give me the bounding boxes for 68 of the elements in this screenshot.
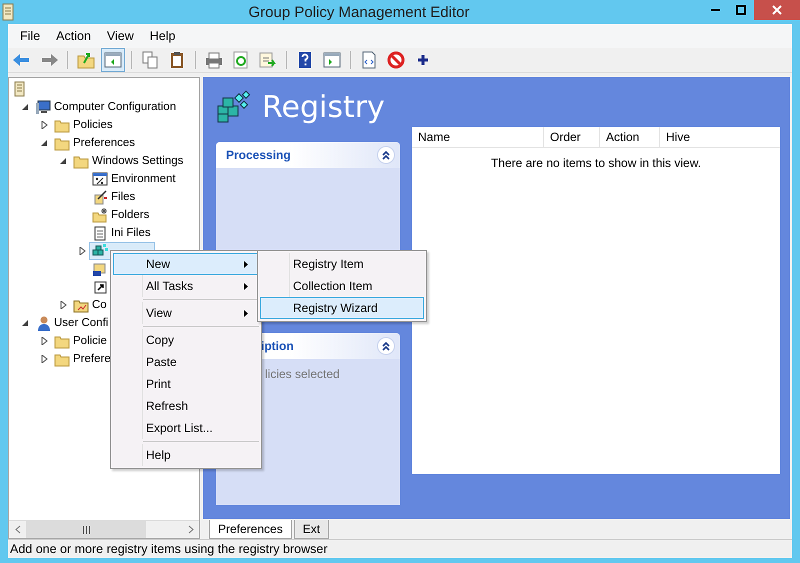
close-button[interactable] — [754, 0, 800, 20]
notepad-icon — [92, 225, 108, 241]
tree-item[interactable]: Files — [89, 188, 138, 206]
empty-message: There are no items to show in this view. — [490, 155, 702, 170]
file-pen-icon — [92, 189, 108, 205]
expand-arrow-icon[interactable] — [40, 355, 48, 363]
tree-item[interactable]: Policies — [51, 116, 116, 134]
collapse-arrow-icon[interactable] — [40, 139, 48, 147]
drive-folder-icon — [92, 261, 108, 277]
pane-icon — [103, 50, 123, 70]
close-icon — [772, 5, 782, 15]
copy-icon — [140, 50, 160, 70]
console-icon — [322, 50, 342, 70]
stop-icon — [386, 50, 406, 70]
menu-item[interactable]: Help — [142, 29, 184, 43]
column-header[interactable]: Hive — [660, 127, 780, 147]
column-header[interactable]: Name — [412, 127, 544, 147]
scroll-left-icon[interactable] — [14, 525, 20, 534]
menu-item[interactable]: Registry Wizard — [260, 297, 424, 319]
tab[interactable]: Preferences — [209, 520, 292, 539]
minimize-icon — [710, 9, 720, 11]
folder-up-icon — [76, 50, 96, 70]
expand-arrow-icon[interactable] — [59, 301, 67, 309]
collapse-button[interactable] — [377, 146, 395, 164]
maximize-icon — [736, 5, 746, 15]
tree-item[interactable]: Environment — [89, 170, 179, 188]
panel-title: Processing — [226, 148, 291, 162]
tree-item[interactable]: Prefere — [51, 350, 114, 368]
panel-title: iption — [261, 339, 294, 353]
menu-item[interactable]: View — [98, 29, 142, 43]
document-icon — [0, 3, 16, 21]
double-chevron-up-icon — [381, 150, 391, 160]
tree-item[interactable]: Policie — [51, 332, 110, 350]
panel-text: licies selected — [264, 366, 341, 383]
status-text: Add one or more registry items using the registry browser — [10, 542, 328, 556]
scroll-grip-icon[interactable] — [82, 526, 90, 534]
tree-item[interactable]: Co — [70, 296, 110, 314]
tree-item[interactable]: Windows Settings — [70, 152, 186, 170]
tab[interactable]: Ext — [294, 520, 330, 539]
tree-item[interactable]: Computer Configuration — [32, 98, 180, 116]
collapse-button[interactable] — [377, 337, 395, 355]
menu-item[interactable]: Action — [48, 29, 99, 43]
menu-item[interactable]: New — [113, 253, 259, 275]
window-title: Group Policy Management Editor — [248, 4, 470, 20]
printer-icon — [204, 50, 224, 70]
double-chevron-up-icon — [381, 341, 391, 351]
expand-arrow-icon[interactable] — [40, 121, 48, 129]
scroll-right-icon[interactable] — [188, 525, 194, 534]
tree-item[interactable]: Folders — [89, 206, 152, 224]
expand-arrow-icon[interactable] — [40, 337, 48, 345]
collapse-arrow-icon[interactable] — [59, 157, 67, 165]
toolbar-button[interactable] — [101, 48, 125, 72]
menu-item[interactable]: File — [12, 29, 48, 43]
collapse-arrow-icon[interactable] — [21, 103, 29, 111]
tree-item[interactable]: Preferences — [51, 134, 138, 152]
column-header[interactable]: Action — [600, 127, 660, 147]
export-list-icon — [258, 50, 278, 70]
content-title: Registry — [262, 90, 385, 124]
horizontal-scrollbar[interactable] — [9, 520, 199, 538]
folder-star-icon — [92, 207, 108, 223]
user-icon — [35, 315, 51, 331]
tree-item[interactable]: Ini Files — [89, 224, 154, 242]
tree-item[interactable]: User Confi — [32, 314, 112, 332]
column-header[interactable]: Order — [544, 127, 600, 147]
expand-arrow-icon[interactable] — [78, 247, 86, 255]
collapse-arrow-icon[interactable] — [21, 319, 29, 327]
computer-icon — [35, 99, 51, 115]
window-icon — [92, 171, 108, 187]
